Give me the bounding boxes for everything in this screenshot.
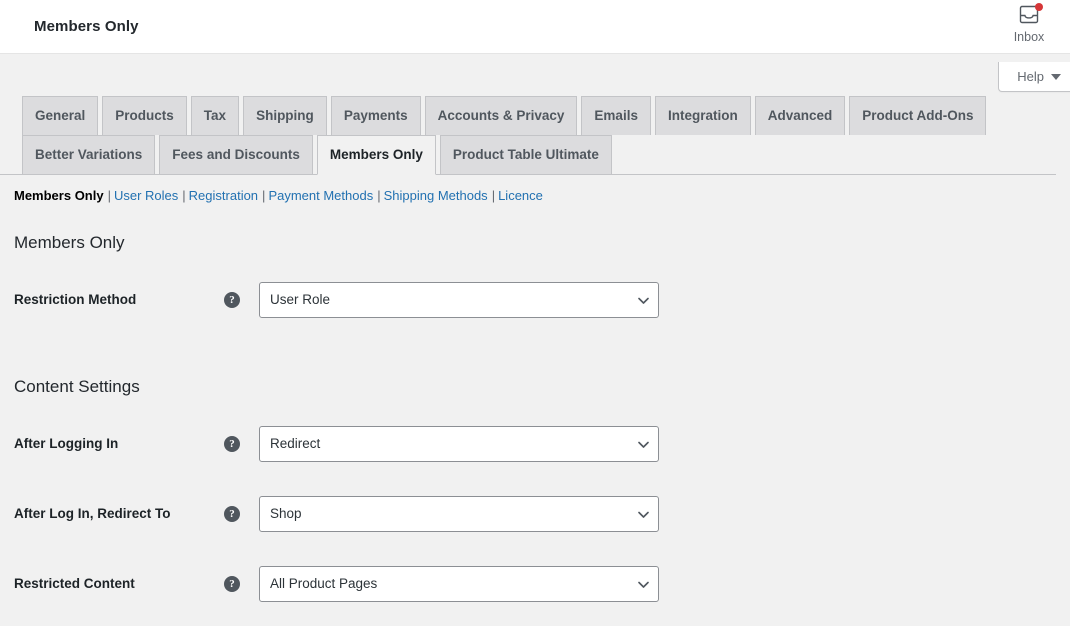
form-row-after-log-in-redirect-to: After Log In, Redirect To ? Shop [14,479,1070,549]
subnav-separator: | [107,188,111,204]
tab-general[interactable]: General [22,96,99,136]
chevron-down-icon [638,511,649,520]
section-heading-members-only: Members Only [14,233,125,253]
form-row-if-restricted-redirect-to: If Restricted, Redirect To ? Register No… [14,619,1070,626]
inbox-button[interactable]: Inbox [998,3,1060,45]
select-after-log-in-redirect-to[interactable]: Shop [259,495,659,532]
form-row-restricted-content: Restricted Content ? All Product Pages [14,549,1070,619]
section-heading-content-settings: Content Settings [14,376,140,396]
form-table-content-settings: After Logging In ? Redirect After Log In… [14,409,1070,626]
subnav-separator: | [182,188,186,204]
field-label-if-restricted-redirect-to: If Restricted, Redirect To [14,619,224,626]
subnav-item-payment-methods[interactable]: Payment Methods [268,188,373,203]
settings-tab-row-2: Better Variations Fees and Discounts Membe… [22,135,1056,176]
chevron-down-icon [1051,73,1061,80]
field-label-restriction-method: Restriction Method [14,292,137,308]
help-row: Help [0,54,1070,92]
subnav-item-shipping-methods[interactable]: Shipping Methods [384,188,488,203]
subnav-item-registration[interactable]: Registration [189,188,258,203]
inbox-notification-dot [1035,3,1043,11]
sub-navigation: Members Only | User Roles | Registration | Pay… [14,186,1070,206]
help-button-label: Help [1017,69,1044,84]
help-question-icon[interactable]: ? [224,435,240,452]
tab-better-variations[interactable]: Better Variations [22,135,156,175]
chevron-down-icon [638,297,649,306]
page-title: Members Only [34,18,139,35]
select-after-logging-in[interactable]: Redirect [259,425,659,462]
tab-accounts-privacy[interactable]: Accounts & Privacy [424,96,578,136]
chevron-down-icon [638,581,649,590]
select-restricted-content[interactable]: All Product Pages [259,565,659,602]
subnav-item-members-only[interactable]: Members Only [14,188,104,203]
form-row-after-logging-in: After Logging In ? Redirect [14,409,1070,479]
inbox-icon [1018,3,1043,25]
tab-emails[interactable]: Emails [581,96,651,136]
select-value-after-logging-in: Redirect [270,436,321,452]
tab-tax[interactable]: Tax [190,96,240,136]
help-question-icon[interactable]: ? [224,505,240,522]
settings-tab-bar: General Products Tax Shipping Payments Accoun… [0,96,1056,176]
select-restriction-method[interactable]: User Role [259,281,659,318]
tab-fees-and-discounts[interactable]: Fees and Discounts [159,135,313,175]
tab-product-table-ultimate[interactable]: Product Table Ultimate [439,135,612,175]
subnav-separator: | [377,188,381,204]
select-value-restricted-content: All Product Pages [270,576,378,592]
tab-advanced[interactable]: Advanced [754,96,846,136]
field-label-after-logging-in: After Logging In [14,435,119,451]
chevron-down-icon [638,441,649,450]
tab-integration[interactable]: Integration [654,96,751,136]
select-value-restriction-method: User Role [270,292,331,308]
tab-members-only[interactable]: Members Only [316,135,436,176]
help-question-icon[interactable]: ? [224,575,240,592]
field-label-restricted-content: Restricted Content [14,575,135,591]
inbox-label: Inbox [1013,30,1045,44]
subnav-separator: | [491,188,496,204]
subnav-item-licence[interactable]: Licence [498,188,543,203]
form-row-restriction-method: Restriction Method ? User Role [14,265,1070,335]
subnav-separator: | [262,188,266,204]
tab-payments[interactable]: Payments [330,96,421,136]
settings-tab-row-1: General Products Tax Shipping Payments Accoun… [22,96,1056,136]
subnav-item-user-roles[interactable]: User Roles [114,188,178,203]
help-button[interactable]: Help [998,62,1070,92]
tab-products[interactable]: Products [102,96,187,136]
select-value-after-log-in-redirect-to: Shop [270,506,302,522]
tab-shipping[interactable]: Shipping [243,96,327,136]
help-question-icon[interactable]: ? [224,291,240,308]
tab-product-add-ons[interactable]: Product Add-Ons [849,96,987,136]
field-label-after-log-in-redirect-to: After Log In, Redirect To [14,505,171,521]
settings-content: Members Only Restriction Method ? User R… [0,231,1070,626]
top-bar: Members Only Inbox [0,0,1070,54]
form-table-members-only: Restriction Method ? User Role [14,265,1070,335]
